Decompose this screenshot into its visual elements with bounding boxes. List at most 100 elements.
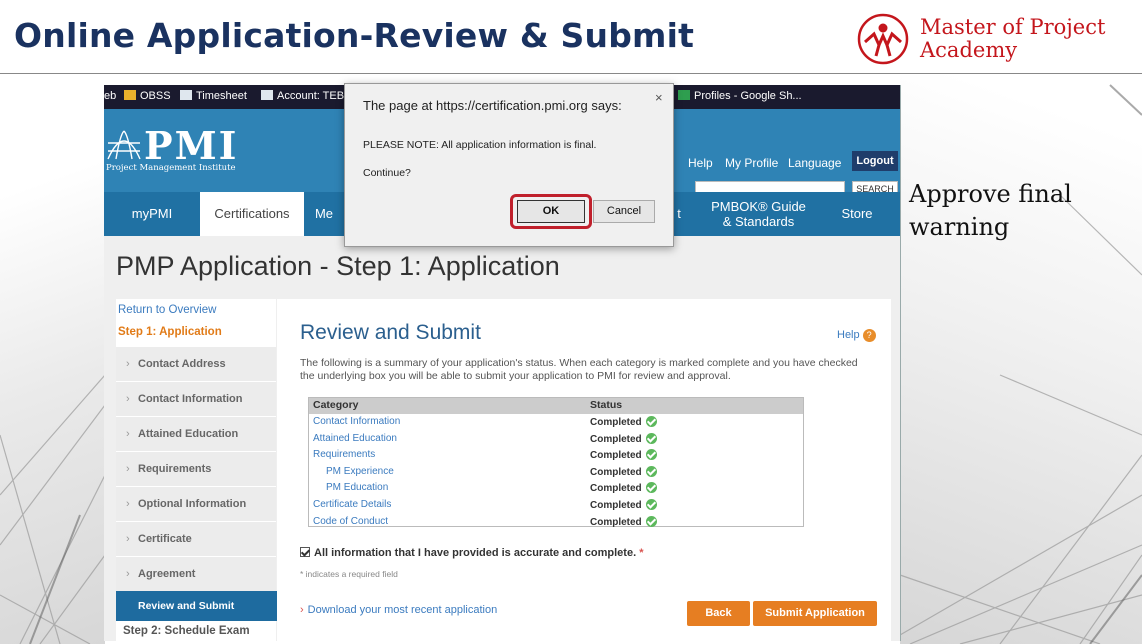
header-status: Status xyxy=(590,399,623,411)
bookmark-obss[interactable]: OBSS xyxy=(124,90,171,102)
sidebar-item-agreement[interactable]: › Agreement xyxy=(116,557,276,592)
help-label: Help xyxy=(837,329,860,341)
bookmark-account[interactable]: Account: TEB xyxy=(261,90,344,102)
check-circle-icon xyxy=(645,499,657,510)
bookmark-item[interactable]: eb xyxy=(104,90,116,102)
download-label: Download your most recent application xyxy=(307,604,498,616)
category-link[interactable]: Attained Education xyxy=(313,433,397,444)
sidebar-item-contact-information[interactable]: › Contact Information xyxy=(116,382,276,417)
bookmark-label: Profiles - Google Sh... xyxy=(694,90,802,102)
chevron-right-icon: › xyxy=(126,393,130,405)
help-link[interactable]: Help xyxy=(688,156,713,170)
ok-button[interactable]: OK xyxy=(517,200,585,223)
status-text: Completed xyxy=(590,483,642,495)
sidebar-item-attained-education[interactable]: › Attained Education xyxy=(116,417,276,452)
status-cell: Completed xyxy=(590,449,657,461)
bookmark-timesheet[interactable]: Timesheet xyxy=(180,90,247,102)
check-circle-icon xyxy=(645,482,657,494)
sidebar-item-label: Review and Submit xyxy=(138,600,235,612)
status-text: Completed xyxy=(590,500,642,511)
cancel-button[interactable]: Cancel xyxy=(593,200,655,223)
status-text: Completed xyxy=(590,450,642,462)
download-application-link[interactable]: › Download your most recent application xyxy=(300,604,497,616)
logout-button[interactable]: Logout xyxy=(852,151,898,171)
sidebar-item-review-and-submit[interactable]: Review and Submit› xyxy=(116,591,284,621)
status-text: Completed xyxy=(590,516,642,528)
academy-logo-line2: Academy xyxy=(920,38,1018,62)
chevron-right-icon: › xyxy=(126,568,130,580)
help-link[interactable]: Help? xyxy=(837,329,876,342)
chevron-right-icon: › xyxy=(126,358,130,370)
question-icon: ? xyxy=(862,329,876,342)
sidebar-item-contact-address[interactable]: › Contact Address xyxy=(116,347,276,382)
confirm-label: All information that I have provided is … xyxy=(314,547,637,559)
slide: Online Application-Review & Submit Maste… xyxy=(0,0,1142,644)
annotation-text: Approve final warning xyxy=(909,178,1072,244)
table-row: Code of Conduct Completed xyxy=(309,514,803,531)
back-button[interactable]: Back xyxy=(687,601,750,626)
category-link[interactable]: Contact Information xyxy=(313,416,400,427)
dialog-title: The page at https://certification.pmi.or… xyxy=(363,98,622,113)
pmi-logo-word: PMI xyxy=(144,123,239,168)
my-profile-link[interactable]: My Profile xyxy=(725,156,778,170)
academy-logo: Master of Project Academy xyxy=(856,12,1136,68)
bookmark-label: Account: TEB xyxy=(277,90,345,102)
sidebar-item-optional-information[interactable]: › Optional Information xyxy=(116,487,276,522)
check-circle-icon xyxy=(645,515,657,527)
sidebar-item-label: Optional Information xyxy=(138,498,247,510)
sidebar-item-certificate[interactable]: › Certificate xyxy=(116,522,276,557)
page-heading: PMP Application - Step 1: Application xyxy=(116,251,560,281)
table-row: Contact Information Completed xyxy=(309,414,803,431)
return-to-overview-link[interactable]: Return to Overview xyxy=(118,304,216,316)
pmi-logo[interactable]: PMI Project Management Institute xyxy=(104,127,244,175)
status-cell: Completed xyxy=(590,482,657,494)
status-cell: Completed xyxy=(590,465,657,478)
chevron-right-icon: › xyxy=(126,533,130,545)
required-star: * xyxy=(639,547,644,559)
page-icon xyxy=(180,90,192,100)
language-link[interactable]: Language xyxy=(788,156,841,170)
status-text: Completed xyxy=(590,433,642,445)
bookmark-label: OBSS xyxy=(140,90,171,102)
category-link[interactable]: PM Experience xyxy=(326,466,394,477)
table-row: PM Education Completed xyxy=(309,480,803,497)
category-link[interactable]: PM Education xyxy=(326,482,388,493)
sidebar-item-label: Attained Education xyxy=(138,428,239,440)
nav-membership[interactable]: Me xyxy=(304,192,344,236)
annotation-line1: Approve final xyxy=(909,180,1072,208)
sidebar-item-label: Requirements xyxy=(138,463,212,475)
close-icon[interactable]: × xyxy=(655,90,663,105)
confirm-checkbox-row[interactable]: All information that I have provided is … xyxy=(300,547,643,559)
status-cell: Completed xyxy=(590,515,657,528)
category-link[interactable]: Code of Conduct xyxy=(313,516,388,527)
bookmark-label: Timesheet xyxy=(196,90,247,102)
main-content: Review and Submit Help? The following is… xyxy=(277,299,891,641)
slide-title-bar: Online Application-Review & Submit Maste… xyxy=(0,0,1142,74)
pmi-logo-subtitle: Project Management Institute xyxy=(106,163,236,173)
table-header: Category Status xyxy=(309,398,803,414)
sidebar-item-label: Certificate xyxy=(138,533,192,545)
category-link[interactable]: Requirements xyxy=(313,449,375,460)
folder-icon xyxy=(124,90,136,100)
bookmark-profiles[interactable]: Profiles - Google Sh... xyxy=(678,90,802,102)
category-link[interactable]: Certificate Details xyxy=(313,499,391,510)
sidebar-step1[interactable]: Step 1: Application xyxy=(118,326,222,338)
nav-partial[interactable]: t xyxy=(672,192,686,236)
nav-store[interactable]: Store xyxy=(829,192,885,236)
chevron-right-icon: › xyxy=(300,604,304,616)
nav-certifications[interactable]: Certifications xyxy=(200,192,304,236)
chevron-right-icon: › xyxy=(126,498,130,510)
sidebar-item-label: Agreement xyxy=(138,568,196,580)
academy-logo-text: Master of Project Academy xyxy=(920,16,1105,62)
chevron-right-icon: › xyxy=(126,428,130,440)
nav-pmbok-guide[interactable]: PMBOK® Guide & Standards xyxy=(701,192,816,236)
nav-pmbok-line1: PMBOK® Guide xyxy=(711,199,806,214)
sidebar-item-requirements[interactable]: › Requirements xyxy=(116,452,276,487)
status-cell: Completed xyxy=(590,416,657,428)
submit-application-button[interactable]: Submit Application xyxy=(753,601,877,626)
nav-mypmi[interactable]: myPMI xyxy=(104,192,200,236)
sidebar-step2[interactable]: Step 2: Schedule Exam xyxy=(123,625,250,637)
confirm-checkbox[interactable] xyxy=(300,547,310,557)
table-row: Requirements Completed xyxy=(309,447,803,464)
status-text: Completed xyxy=(590,417,642,428)
